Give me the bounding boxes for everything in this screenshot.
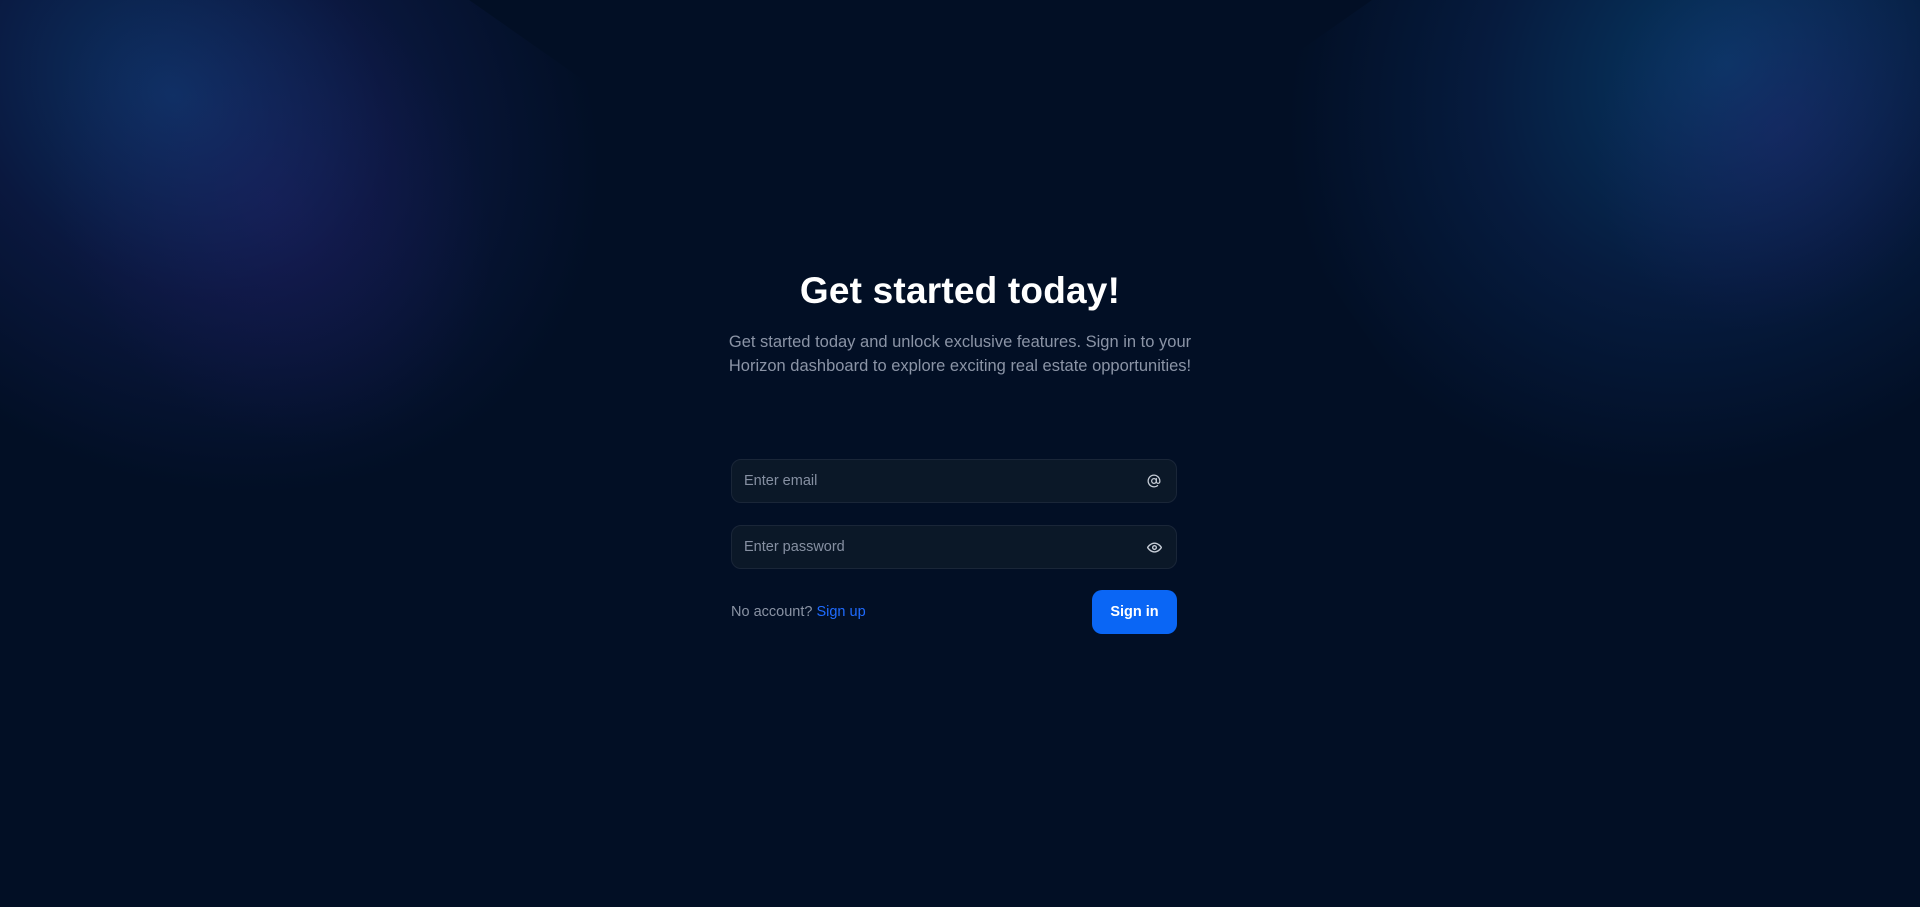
- password-field[interactable]: [731, 525, 1177, 569]
- eye-icon[interactable]: [1146, 539, 1162, 555]
- page-title: Get started today!: [799, 270, 1121, 311]
- form-footer: No account? Sign up Sign in: [731, 590, 1177, 634]
- sign-in-button[interactable]: Sign in: [1092, 590, 1177, 634]
- page-subtitle: Get started today and unlock exclusive f…: [728, 333, 1192, 375]
- no-account-text: No account?: [731, 604, 813, 620]
- no-account-text-wrapper: No account? Sign up: [731, 604, 866, 620]
- email-field[interactable]: [731, 459, 1177, 503]
- login-content: Get started today! Get started today and…: [0, 0, 1920, 907]
- email-input[interactable]: [744, 460, 1124, 502]
- password-input[interactable]: [744, 526, 1124, 568]
- at-icon: [1146, 473, 1162, 489]
- login-page: Get started today! Get started today and…: [0, 0, 1920, 907]
- sign-up-link[interactable]: Sign up: [816, 604, 865, 620]
